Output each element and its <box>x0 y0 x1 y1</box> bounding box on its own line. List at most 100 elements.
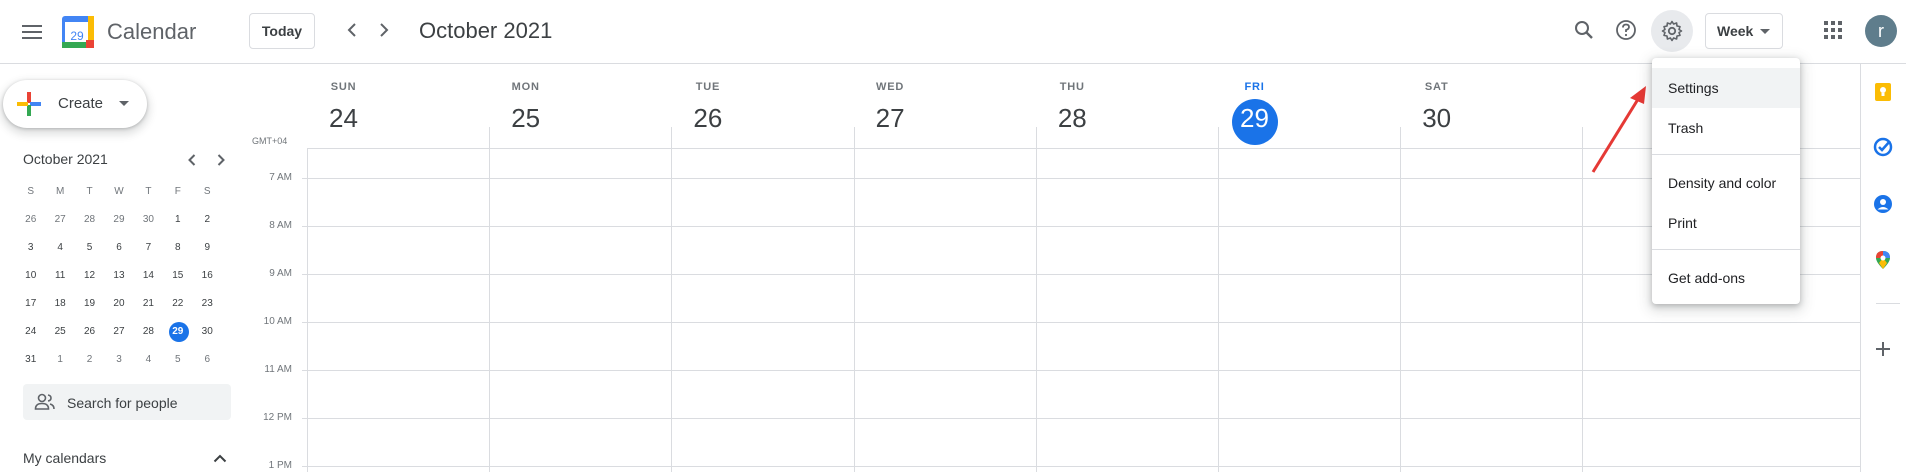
mini-calendar-day[interactable]: 26 <box>16 206 45 234</box>
contacts-button[interactable] <box>1871 192 1895 216</box>
menu-item-density-and-color[interactable]: Density and color <box>1652 163 1800 203</box>
mini-calendar-day[interactable]: 25 <box>45 318 74 346</box>
hour-gridline <box>302 466 1860 467</box>
search-icon <box>1575 21 1593 39</box>
annotation-arrow <box>1591 86 1646 173</box>
hour-gridline <box>302 322 1860 323</box>
mini-calendar-day[interactable]: 4 <box>45 234 74 262</box>
mini-calendar-weekday: F <box>174 186 181 197</box>
get-addons-button[interactable] <box>1871 337 1895 361</box>
my-calendars-toggle[interactable] <box>208 448 232 468</box>
mini-calendar-week: 24 25 26 27 28 29 30 <box>16 318 222 346</box>
mini-calendar-day[interactable]: 11 <box>45 262 74 290</box>
calendar-logo[interactable]: 29 <box>62 16 94 48</box>
mini-calendar-week: 3456789 <box>16 234 222 262</box>
mini-calendar-day[interactable]: 6 <box>104 234 133 262</box>
multicolor-plus-icon <box>17 92 41 116</box>
mini-calendar-day[interactable]: 17 <box>16 290 45 318</box>
mini-calendar-day[interactable]: 24 <box>16 318 45 346</box>
mini-calendar-day[interactable]: 18 <box>45 290 74 318</box>
gear-icon <box>1661 20 1683 42</box>
mini-calendar-day[interactable]: 31 <box>16 346 45 374</box>
mini-calendar-day[interactable]: 27 <box>104 318 133 346</box>
search-people-placeholder: Search for people <box>67 395 178 411</box>
time-label: 8 AM <box>269 220 292 231</box>
help-button[interactable] <box>1606 10 1646 50</box>
mini-calendar-day[interactable]: 29 <box>163 318 192 346</box>
view-selector[interactable]: Week <box>1705 13 1783 49</box>
previous-week-button[interactable] <box>336 14 368 46</box>
my-calendars-heading[interactable]: My calendars <box>23 450 106 466</box>
tasks-button[interactable] <box>1871 135 1895 159</box>
mini-calendar-weekday: M <box>55 186 65 197</box>
menu-item-trash[interactable]: Trash <box>1652 108 1800 148</box>
menu-divider <box>1652 154 1800 155</box>
mini-calendar-day[interactable]: 3 <box>16 234 45 262</box>
mini-calendar-day[interactable]: 22 <box>163 290 192 318</box>
mini-calendar-day[interactable]: 12 <box>75 262 104 290</box>
mini-calendar-day[interactable]: 9 <box>193 234 222 262</box>
mini-calendar-day[interactable]: 1 <box>45 346 74 374</box>
hour-gridline <box>302 418 1860 419</box>
menu-item-settings[interactable]: Settings <box>1652 68 1800 108</box>
mini-calendar-weekday-row: SMTWTFS <box>16 178 222 206</box>
next-week-button[interactable] <box>368 14 400 46</box>
mini-calendar-day[interactable]: 8 <box>163 234 192 262</box>
mini-calendar-day[interactable]: 30 <box>193 318 222 346</box>
time-label: 7 AM <box>269 172 292 183</box>
contacts-icon <box>1874 195 1892 213</box>
mini-calendar-day[interactable]: 28 <box>134 318 163 346</box>
mini-calendar-day[interactable]: 21 <box>134 290 163 318</box>
help-icon <box>1616 20 1636 40</box>
mini-calendar-prev-button[interactable] <box>180 148 204 172</box>
mini-calendar-day[interactable]: 1 <box>163 206 192 234</box>
mini-calendar-day[interactable]: 3 <box>104 346 133 374</box>
mini-calendar-day[interactable]: 19 <box>75 290 104 318</box>
mini-calendar-day[interactable]: 13 <box>104 262 133 290</box>
maps-button[interactable] <box>1871 248 1895 272</box>
side-panel-divider <box>1876 303 1900 304</box>
mini-calendar-day[interactable]: 15 <box>163 262 192 290</box>
settings-menu-button[interactable] <box>1651 10 1693 52</box>
mini-calendar-day[interactable]: 16 <box>193 262 222 290</box>
period-title: October 2021 <box>419 18 553 43</box>
google-apps-button[interactable] <box>1813 10 1853 50</box>
mini-calendar-day[interactable]: 2 <box>193 206 222 234</box>
mini-calendar-day[interactable]: 10 <box>16 262 45 290</box>
account-avatar[interactable]: r <box>1865 15 1897 47</box>
menu-divider <box>1652 249 1800 250</box>
mini-calendar-day[interactable]: 6 <box>193 346 222 374</box>
mini-calendar-day[interactable]: 23 <box>193 290 222 318</box>
time-label: 10 AM <box>263 316 292 327</box>
menu-item-get-add-ons[interactable]: Get add-ons <box>1652 258 1800 298</box>
chevron-up-icon <box>213 454 227 462</box>
apps-grid-icon <box>1824 21 1842 39</box>
main-menu-button[interactable] <box>8 8 56 56</box>
calendar-logo-icon: 29 <box>62 16 94 48</box>
mini-calendar-day[interactable]: 2 <box>75 346 104 374</box>
mini-calendar-day[interactable]: 7 <box>134 234 163 262</box>
mini-calendar-day[interactable]: 26 <box>75 318 104 346</box>
mini-calendar-day[interactable]: 4 <box>134 346 163 374</box>
mini-calendar-day[interactable]: 14 <box>134 262 163 290</box>
mini-calendar-day[interactable]: 5 <box>75 234 104 262</box>
mini-calendar-day[interactable]: 27 <box>45 206 74 234</box>
mini-calendar-week: 26 27 28 29 30 1 2 <box>16 206 222 234</box>
people-icon <box>34 393 55 410</box>
day-header-sat[interactable]: SAT 30 <box>1326 64 1547 148</box>
keep-button[interactable] <box>1871 80 1895 104</box>
menu-item-print[interactable]: Print <box>1652 203 1800 243</box>
mini-calendar-next-button[interactable] <box>209 148 233 172</box>
mini-calendar-day[interactable]: 29 <box>104 206 133 234</box>
mini-calendar-day[interactable]: 20 <box>104 290 133 318</box>
settings-dropdown-menu: Settings Trash Density and color Print Get a… <box>1652 58 1800 304</box>
search-people-input[interactable]: Search for people <box>23 384 231 420</box>
today-button[interactable]: Today <box>249 13 315 49</box>
mini-calendar-day[interactable]: 5 <box>163 346 192 374</box>
keep-icon <box>1875 83 1891 101</box>
day-number[interactable]: 30 <box>1326 101 1547 135</box>
create-button[interactable]: Create <box>3 80 147 128</box>
mini-calendar-day[interactable]: 30 <box>134 206 163 234</box>
search-button[interactable] <box>1564 10 1604 50</box>
mini-calendar-day[interactable]: 28 <box>75 206 104 234</box>
